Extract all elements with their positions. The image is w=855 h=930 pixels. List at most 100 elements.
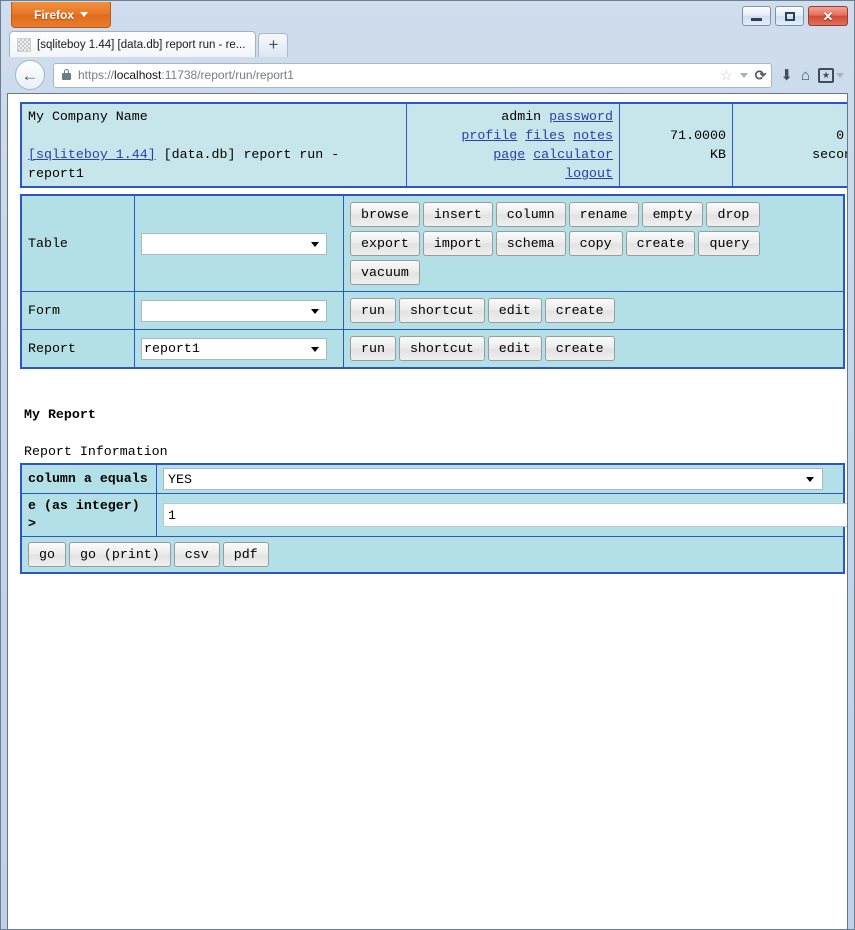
report-shortcut-button[interactable]: shortcut xyxy=(398,336,485,361)
profile-link[interactable]: profile xyxy=(461,128,517,143)
form-actions: run shortcut edit create xyxy=(343,291,845,330)
import-button[interactable]: import xyxy=(422,231,493,256)
window-controls: ✕ xyxy=(742,6,848,26)
report-parameters-table: column a equals YES e (as integer) > 1 g… xyxy=(20,463,847,574)
report-select-wrapper: report1 xyxy=(141,337,327,360)
bookmarks-button[interactable]: ★ xyxy=(818,67,844,83)
calculator-link[interactable]: calculator xyxy=(533,147,613,162)
table-actions: browse insert column rename empty drop export i… xyxy=(343,194,845,292)
export-button[interactable]: export xyxy=(350,231,420,256)
logout-link[interactable]: logout xyxy=(565,166,613,181)
column-a-select-wrapper: YES xyxy=(163,468,823,490)
query-button[interactable]: query xyxy=(698,231,761,256)
table-row: e (as integer) > xyxy=(20,493,847,537)
nav-select-table-cell xyxy=(134,194,344,292)
nav-label-table: Table xyxy=(20,194,135,292)
db-size-value: 71.0000 xyxy=(670,128,726,143)
title-bar: Firefox ✕ xyxy=(1,1,854,29)
report-nav-row: Report report1 run shortcut edit create xyxy=(20,329,845,369)
minimize-icon xyxy=(751,18,762,21)
chevron-down-icon[interactable] xyxy=(739,72,748,78)
e-integer-input[interactable] xyxy=(163,503,847,527)
report-run-button[interactable]: run xyxy=(350,336,396,361)
drop-button[interactable]: drop xyxy=(706,202,761,227)
object-nav-table: Table browse insert column rename empty drop e… xyxy=(20,194,845,369)
nav-label-form: Form xyxy=(20,291,135,330)
table-select[interactable] xyxy=(141,232,327,255)
firefox-window: Firefox ✕ [sqliteboy 1.44] [data.db] rep… xyxy=(0,0,855,930)
vacuum-button[interactable]: vacuum xyxy=(350,260,420,285)
browse-button[interactable]: browse xyxy=(350,202,420,227)
copy-button[interactable]: copy xyxy=(568,231,623,256)
rename-button[interactable]: rename xyxy=(568,202,639,227)
csv-button[interactable]: csv xyxy=(173,542,220,567)
chevron-down-icon xyxy=(836,72,844,78)
notes-link[interactable]: notes xyxy=(573,128,613,143)
bookmark-star-icon[interactable]: ☆ xyxy=(720,68,733,82)
company-name: My Company Name xyxy=(28,109,148,124)
home-icon[interactable]: ⌂ xyxy=(801,68,810,83)
form-create-button[interactable]: create xyxy=(544,298,615,323)
elapsed-time-cell: 0.0000 second(s) xyxy=(732,102,847,188)
db-size-unit: KB xyxy=(710,147,726,162)
url-text: https://localhost:11738/report/run/repor… xyxy=(78,68,294,82)
url-bar[interactable]: https://localhost:11738/report/run/repor… xyxy=(53,62,773,88)
form-select[interactable] xyxy=(141,299,327,322)
header-identity-cell: My Company Name [sqliteboy 1.44] [data.d… xyxy=(20,102,407,188)
go-button[interactable]: go xyxy=(28,542,66,567)
column-button[interactable]: column xyxy=(495,202,566,227)
downloads-icon[interactable]: ⬇ xyxy=(780,68,793,83)
schema-button[interactable]: schema xyxy=(495,231,566,256)
page-link[interactable]: page xyxy=(493,147,525,162)
empty-button[interactable]: empty xyxy=(641,202,704,227)
report-select[interactable]: report1 xyxy=(141,337,327,360)
column-a-select[interactable]: YES xyxy=(163,468,823,490)
table-row: column a equals YES xyxy=(20,463,845,494)
maximize-button[interactable] xyxy=(775,6,804,26)
maximize-icon xyxy=(784,11,795,21)
create-table-button[interactable]: create xyxy=(625,231,696,256)
new-tab-button[interactable]: + xyxy=(258,33,289,57)
param-label-column-a: column a equals xyxy=(20,463,157,494)
lock-icon xyxy=(62,69,71,80)
checker-favicon-icon xyxy=(17,37,31,52)
report-title: My Report xyxy=(24,407,96,422)
pdf-button[interactable]: pdf xyxy=(222,542,269,567)
username-label: admin xyxy=(501,109,542,124)
password-link[interactable]: password xyxy=(549,109,613,124)
firefox-menu-button[interactable]: Firefox xyxy=(11,2,111,28)
report-action-buttons: go go (print) csv pdf xyxy=(20,536,845,574)
browser-tab[interactable]: [sqliteboy 1.44] [data.db] report run - … xyxy=(9,31,257,57)
table-select-wrapper xyxy=(141,232,327,255)
reload-icon[interactable]: ⟳ xyxy=(755,68,767,82)
form-nav-row: Form run shortcut edit create xyxy=(20,291,845,330)
report-create-button[interactable]: create xyxy=(544,336,615,361)
back-button[interactable]: ← xyxy=(15,60,45,90)
go-print-button[interactable]: go (print) xyxy=(68,542,171,567)
report-actions-row: go go (print) csv pdf xyxy=(20,536,845,574)
insert-button[interactable]: insert xyxy=(422,202,493,227)
table-nav-row: Table browse insert column rename empty drop e… xyxy=(20,194,845,292)
files-link[interactable]: files xyxy=(525,128,565,143)
content-viewport: My Company Name [sqliteboy 1.44] [data.d… xyxy=(7,93,848,929)
form-edit-button[interactable]: edit xyxy=(487,298,542,323)
page-header-table: My Company Name [sqliteboy 1.44] [data.d… xyxy=(20,102,847,188)
param-value-e-integer xyxy=(156,493,847,537)
report-actions: run shortcut edit create xyxy=(343,329,845,369)
chevron-down-icon xyxy=(80,12,88,17)
tab-title: [sqliteboy 1.44] [data.db] report run - … xyxy=(37,38,246,51)
nav-select-report-cell: report1 xyxy=(134,329,344,369)
tab-strip: [sqliteboy 1.44] [data.db] report run - … xyxy=(1,29,854,57)
report-edit-button[interactable]: edit xyxy=(487,336,542,361)
form-select-wrapper xyxy=(141,299,327,322)
header-links-cell: admin password profile files notes page … xyxy=(406,102,620,188)
sqliteboy-version-link[interactable]: [sqliteboy 1.44] xyxy=(28,147,156,162)
elapsed-value: 0.0000 xyxy=(836,128,847,143)
param-label-e-integer: e (as integer) > xyxy=(20,493,157,537)
minimize-button[interactable] xyxy=(742,6,771,26)
form-run-button[interactable]: run xyxy=(350,298,396,323)
form-shortcut-button[interactable]: shortcut xyxy=(398,298,485,323)
nav-select-form-cell xyxy=(134,291,344,330)
db-size-cell: 71.0000 KB xyxy=(619,102,733,188)
close-button[interactable]: ✕ xyxy=(808,6,848,26)
